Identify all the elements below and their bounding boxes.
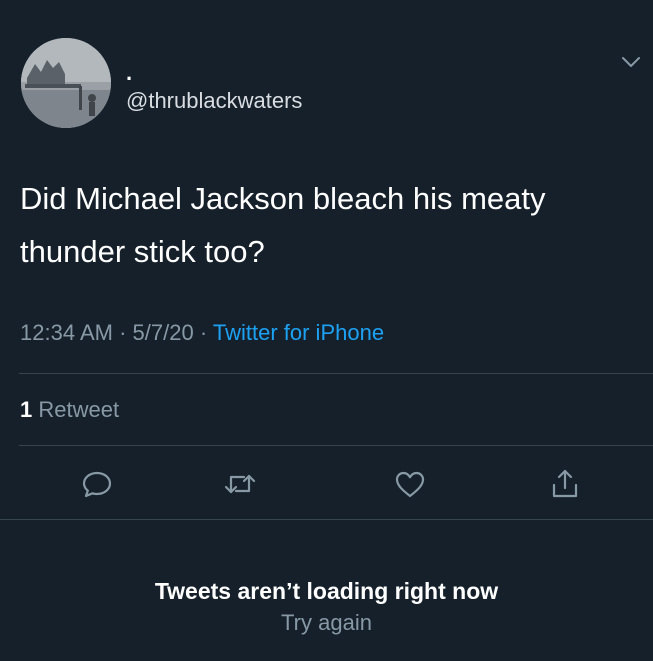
retweet-stats[interactable]: 1 Retweet: [20, 393, 119, 427]
tweet-date: 5/7/20: [132, 320, 194, 345]
meta-separator: ·: [199, 320, 213, 345]
divider: [19, 445, 653, 446]
divider: [0, 519, 653, 520]
loading-error-message: Tweets aren’t loading right now: [154, 578, 499, 604]
heart-icon[interactable]: [392, 466, 428, 502]
user-handle[interactable]: @thrublackwaters: [126, 88, 302, 114]
meta-separator: ·: [119, 320, 133, 345]
retweet-label: Retweet: [38, 397, 120, 422]
divider: [19, 373, 653, 374]
share-icon[interactable]: [547, 466, 583, 502]
retweet-count: 1: [20, 397, 33, 422]
display-name[interactable]: .: [126, 62, 132, 84]
tweet-source-link[interactable]: Twitter for iPhone: [213, 320, 384, 345]
tweet-meta: 12:34 AM · 5/7/20 · Twitter for iPhone: [20, 316, 384, 350]
chevron-down-icon[interactable]: [620, 54, 642, 70]
tweet-text: Did Michael Jackson bleach his meaty thu…: [20, 181, 546, 269]
avatar-image: [21, 38, 111, 128]
reply-icon[interactable]: [79, 466, 115, 502]
retweet-icon[interactable]: [222, 466, 258, 502]
avatar[interactable]: [21, 38, 111, 128]
tweet-time: 12:34 AM: [20, 320, 113, 345]
try-again-link[interactable]: Try again: [0, 607, 653, 639]
